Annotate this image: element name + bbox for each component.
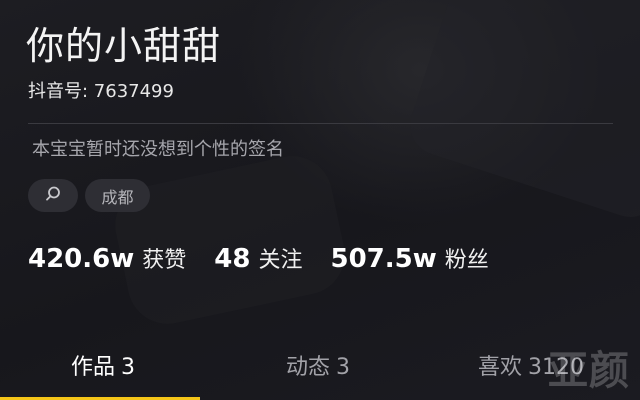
- stat-following[interactable]: 48 关注: [214, 242, 302, 274]
- divider: [28, 123, 613, 124]
- stat-followers-label: 粉丝: [444, 248, 489, 273]
- tab-works-label: 作品: [71, 355, 116, 380]
- city-tag[interactable]: 成都: [85, 179, 150, 212]
- stat-following-label: 关注: [258, 248, 303, 273]
- tab-works-count: 3: [121, 355, 136, 380]
- profile-header: 你的小甜甜 抖音号: 7637499 本宝宝暂时还没想到个性的签名 成都 420…: [0, 0, 640, 400]
- search-tag[interactable]: [28, 179, 78, 212]
- search-icon: [44, 185, 62, 207]
- watermark: 亚颜: [548, 348, 630, 394]
- stat-following-value: 48: [214, 244, 251, 274]
- tab-works[interactable]: 作品 3: [71, 352, 135, 384]
- profile-tabs: 作品 3 动态 3 喜欢 3120: [0, 340, 640, 400]
- signature[interactable]: 本宝宝暂时还没想到个性的签名: [32, 137, 284, 163]
- stat-likes-value: 420.6w: [28, 244, 135, 274]
- tab-likes-label: 喜欢: [478, 355, 523, 380]
- profile-stats: 420.6w 获赞 48 关注 507.5w 粉丝: [28, 242, 517, 278]
- stat-likes-label: 获赞: [142, 248, 187, 273]
- stat-likes[interactable]: 420.6w 获赞: [28, 242, 186, 274]
- stat-followers[interactable]: 507.5w 粉丝: [330, 242, 488, 274]
- tab-dynamic-count: 3: [336, 355, 351, 380]
- douyin-id[interactable]: 抖音号: 7637499: [28, 80, 174, 104]
- tab-dynamic[interactable]: 动态 3: [286, 352, 350, 384]
- username: 你的小甜甜: [26, 24, 222, 68]
- tab-dynamic-label: 动态: [286, 355, 331, 380]
- city-tag-label: 成都: [101, 187, 134, 207]
- stat-followers-value: 507.5w: [330, 244, 437, 274]
